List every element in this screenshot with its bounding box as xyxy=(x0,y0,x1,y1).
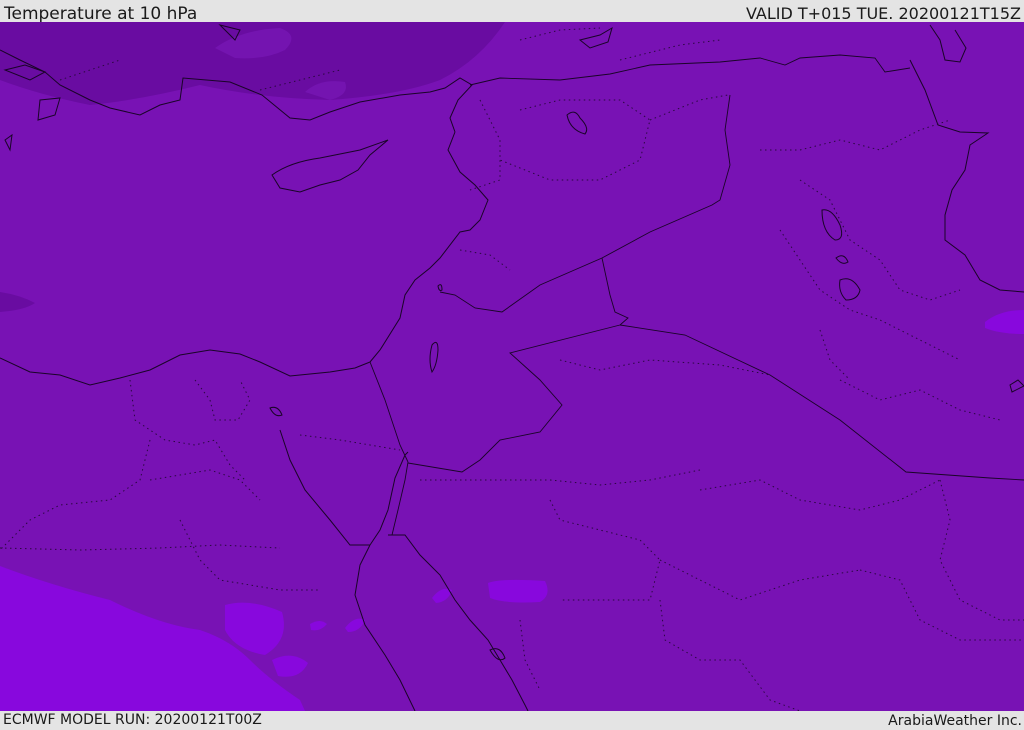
main-temperature-band xyxy=(0,22,1024,711)
map-canvas xyxy=(0,22,1024,711)
map-title: Temperature at 10 hPa xyxy=(4,4,198,24)
weather-map[interactable] xyxy=(0,22,1024,711)
valid-time: VALID T+015 TUE. 20200121T15Z xyxy=(745,4,1021,23)
header-bar: Temperature at 10 hPa VALID T+015 TUE. 2… xyxy=(0,0,1024,24)
model-run: ECMWF MODEL RUN: 20200121T00Z xyxy=(3,712,262,728)
footer-bar: ECMWF MODEL RUN: 20200121T00Z ArabiaWeat… xyxy=(0,711,1024,729)
warm-patch-arabia xyxy=(488,579,548,603)
credit: ArabiaWeather Inc. xyxy=(888,713,1022,729)
